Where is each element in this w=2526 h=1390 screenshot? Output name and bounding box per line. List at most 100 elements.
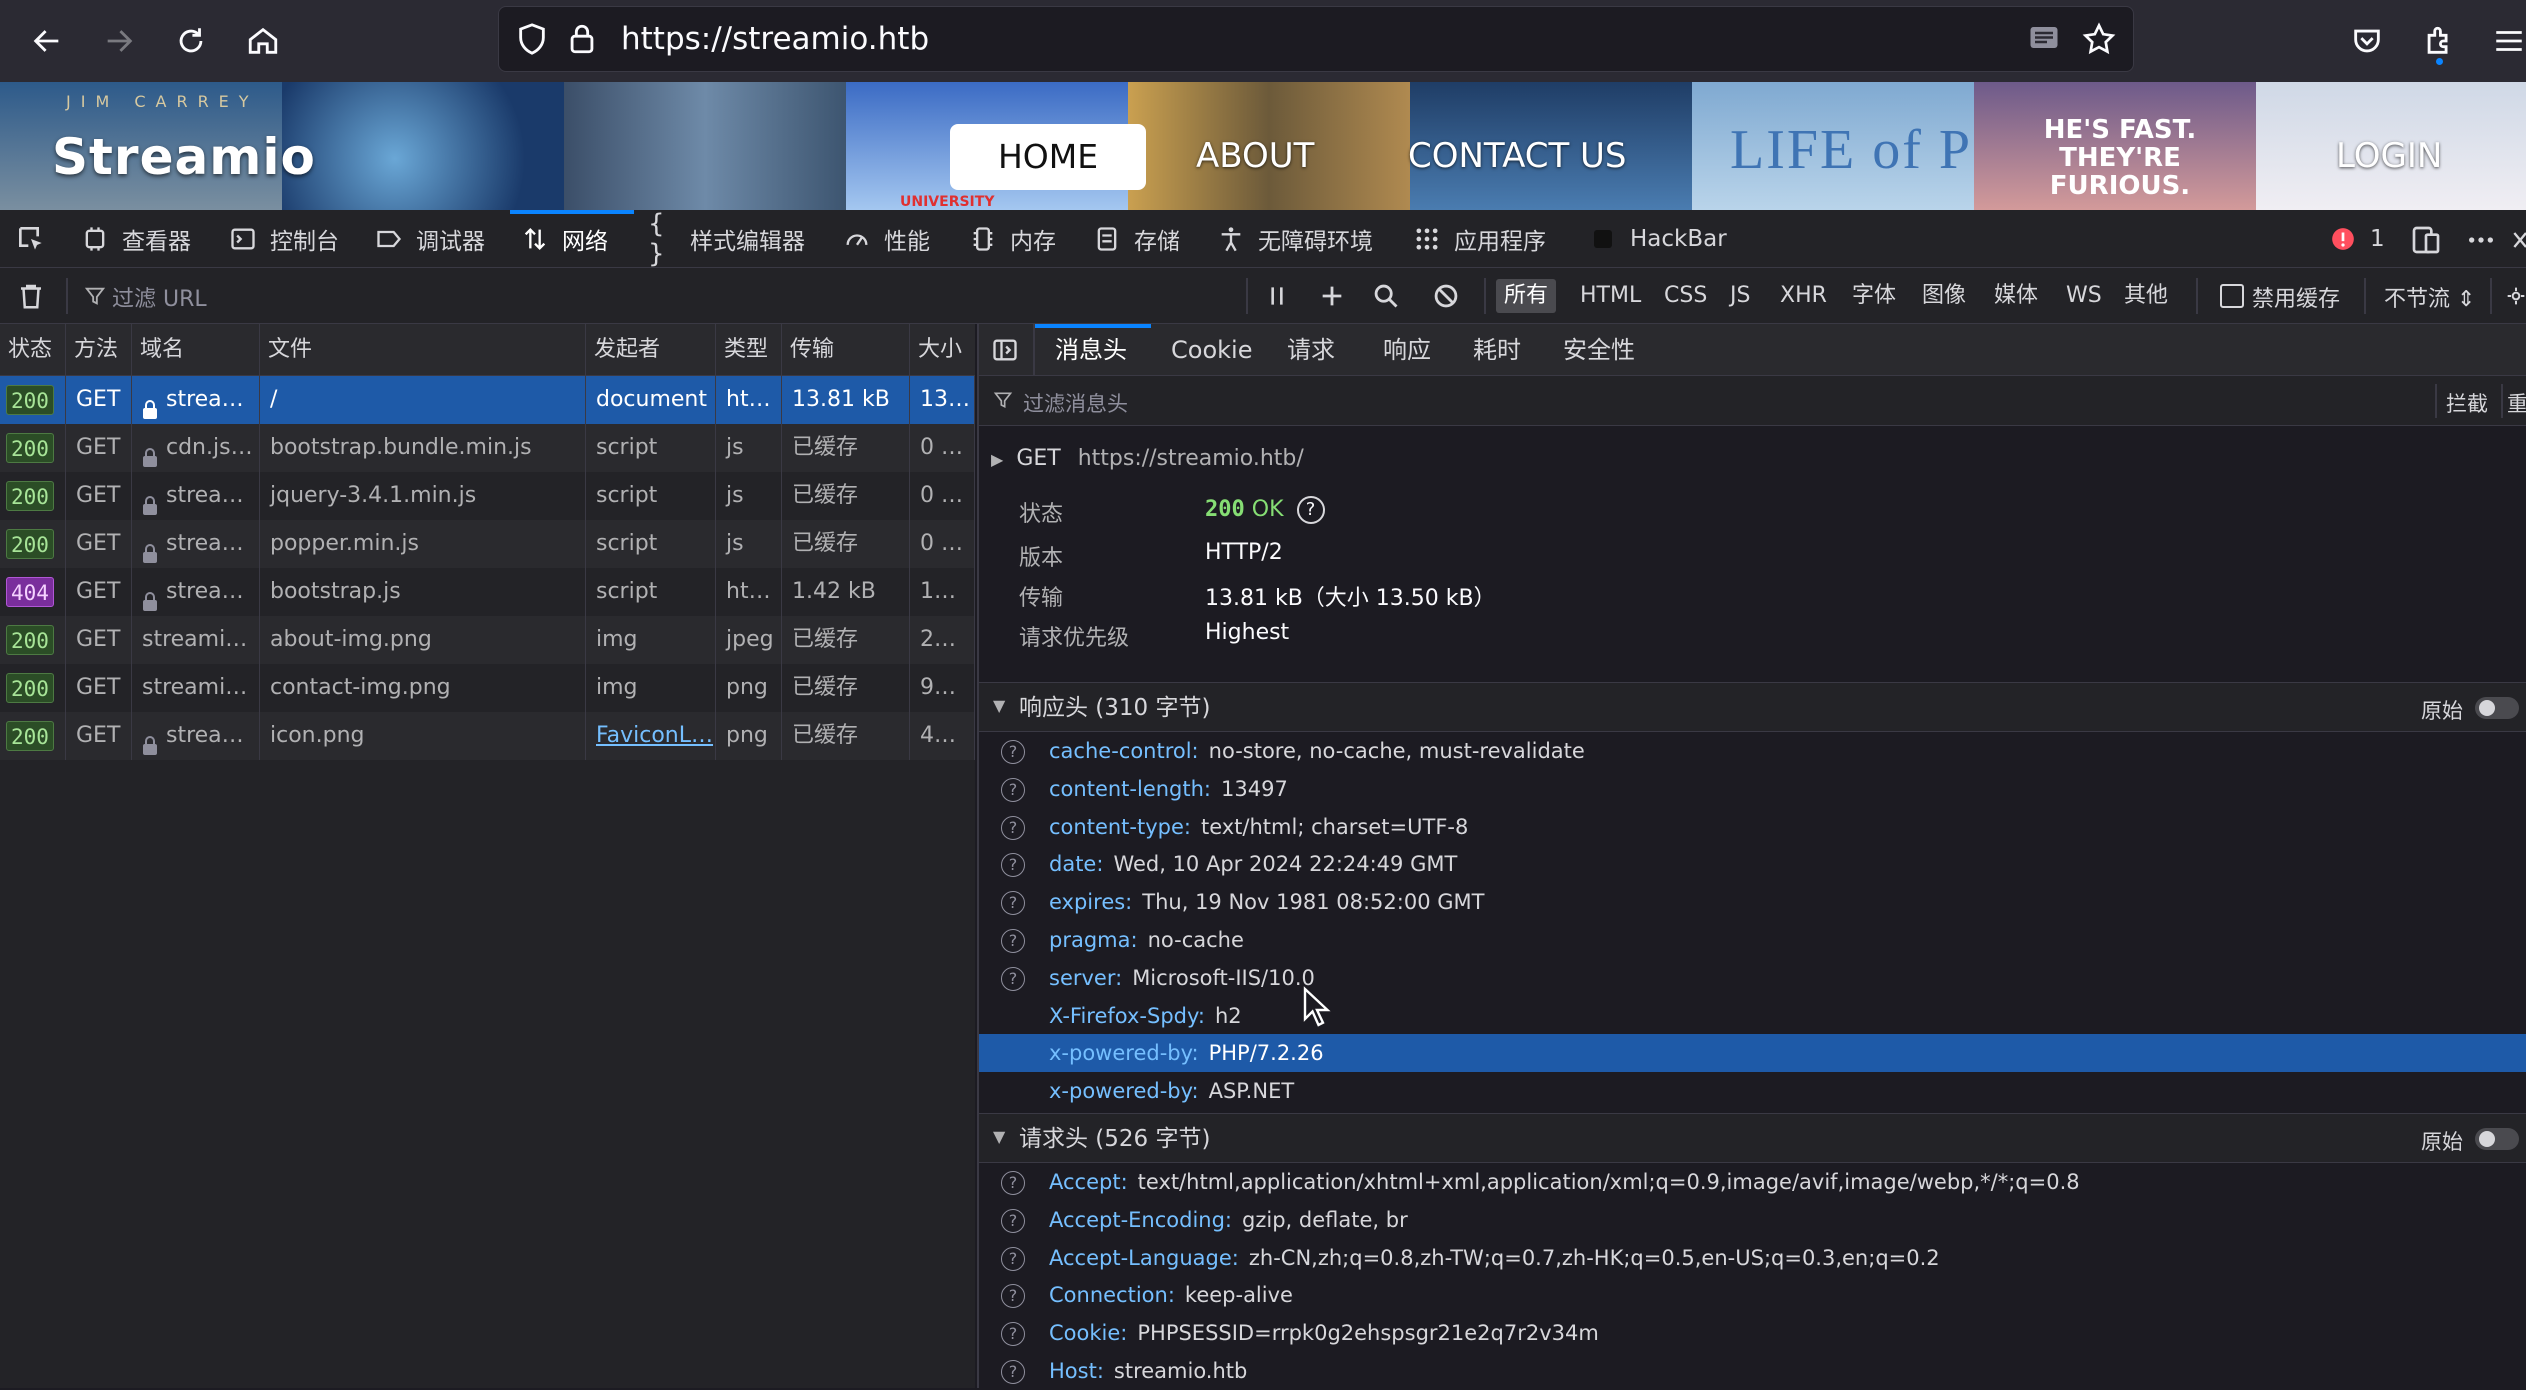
col-size[interactable]: 大小 <box>910 324 975 376</box>
col-type[interactable]: 类型 <box>716 324 782 376</box>
request-row[interactable]: 200 GET strea… popper.min.js script js 已缓存 0 … <box>0 520 975 568</box>
tab-inspector[interactable]: 查看器 <box>80 210 191 268</box>
block-button[interactable]: 拦截 <box>2446 388 2488 418</box>
reader-view-icon[interactable] <box>2025 21 2063 57</box>
trash-icon[interactable] <box>16 280 46 312</box>
tab-debugger[interactable]: 调试器 <box>374 210 485 268</box>
request-row[interactable]: 200 GET strea… jquery-3.4.1.min.js script js 已… <box>0 472 975 520</box>
response-header-row[interactable]: ? content-length: 13497 <box>979 770 2526 808</box>
tab-console[interactable]: 控制台 <box>228 210 339 268</box>
details-tab-cookie[interactable]: Cookie <box>1171 324 1252 376</box>
help-question-icon[interactable]: ? <box>1001 853 1025 878</box>
help-question-icon[interactable]: ? <box>1001 1208 1025 1233</box>
tab-hackbar[interactable]: HackBar <box>1588 210 1727 268</box>
col-file[interactable]: 文件 <box>260 324 586 376</box>
request-header-row[interactable]: ? Accept: text/html,application/xhtml+xml,… <box>979 1163 2526 1201</box>
home-icon[interactable] <box>240 18 286 64</box>
response-headers-section[interactable]: ▼ 响应头 (310 字节) 原始 <box>979 682 2526 732</box>
menu-hamburger-icon[interactable] <box>2486 18 2526 64</box>
pause-icon[interactable] <box>1264 282 1290 310</box>
request-row[interactable]: 404 GET strea… bootstrap.js script ht… 1.42 kB… <box>0 568 975 616</box>
help-question-icon[interactable]: ? <box>1001 891 1025 916</box>
help-question-icon[interactable]: ? <box>1001 1284 1025 1309</box>
col-domain[interactable]: 域名 <box>132 324 260 376</box>
settings-gear-icon[interactable] <box>2506 282 2526 310</box>
url-filter-input[interactable]: 过滤 URL <box>112 281 207 313</box>
request-header-row[interactable]: ? Cookie: PHPSESSID=rrpk0g2ehspsgr21e2q7r2… <box>979 1314 2526 1352</box>
help-question-icon[interactable]: ? <box>1001 740 1025 764</box>
close-devtools-icon[interactable] <box>2512 226 2526 254</box>
col-status[interactable]: 状态 <box>0 324 66 376</box>
col-method[interactable]: 方法 <box>66 324 132 376</box>
forward-arrow-icon[interactable] <box>96 18 142 64</box>
filter-type-js[interactable]: JS <box>1722 279 1758 313</box>
response-header-row[interactable]: ? content-type: text/html; charset=UTF-8 <box>979 808 2526 846</box>
help-question-icon[interactable]: ? <box>1001 815 1025 840</box>
site-logo[interactable]: Streamio <box>52 128 316 186</box>
filter-type-other[interactable]: 其他 <box>2116 279 2176 313</box>
details-tab-response[interactable]: 响应 <box>1383 324 1431 376</box>
nav-login-link[interactable]: LOGIN <box>2336 124 2442 188</box>
tab-accessibility[interactable]: 无障碍环境 <box>1216 210 1373 268</box>
lock-icon[interactable] <box>565 21 599 57</box>
request-header-row[interactable]: ? Connection: keep-alive <box>979 1276 2526 1314</box>
response-header-row[interactable]: X-Firefox-Spdy: h2 <box>979 997 2526 1035</box>
response-header-row[interactable]: x-powered-by: ASP.NET <box>979 1072 2526 1110</box>
throttle-select[interactable]: 不节流 ⇕ <box>2384 281 2475 313</box>
element-picker-icon[interactable] <box>14 223 48 255</box>
responsive-design-icon[interactable] <box>2410 224 2442 256</box>
filter-type-font[interactable]: 字体 <box>1844 279 1904 313</box>
tab-storage[interactable]: 存储 <box>1092 210 1180 268</box>
search-icon[interactable] <box>1372 282 1400 310</box>
tab-application[interactable]: 应用程序 <box>1412 210 1546 268</box>
response-header-row[interactable]: ? cache-control: no-store, no-cache, must-… <box>979 732 2526 770</box>
request-headers-section[interactable]: ▼ 请求头 (526 字节) 原始 <box>979 1113 2526 1163</box>
request-row[interactable]: 200 GET strea… icon.png FaviconL… png 已缓存 4… <box>0 712 975 760</box>
error-count-badge[interactable]: 1 <box>2328 210 2385 268</box>
back-arrow-icon[interactable] <box>24 18 70 64</box>
tab-network[interactable]: 网络 <box>520 210 608 268</box>
more-options-icon[interactable] <box>2464 224 2498 256</box>
response-header-row[interactable]: ? pragma: no-cache <box>979 921 2526 959</box>
help-question-icon[interactable]: ? <box>1001 777 1025 802</box>
help-question-icon[interactable]: ? <box>1001 1171 1025 1195</box>
request-header-row[interactable]: ? Accept-Language: zh-CN,zh;q=0.8,zh-TW;q=… <box>979 1239 2526 1277</box>
url-bar[interactable]: https://streamio.htb <box>498 6 2134 72</box>
details-tab-security[interactable]: 安全性 <box>1563 324 1635 376</box>
reload-icon[interactable] <box>168 18 214 64</box>
filter-type-image[interactable]: 图像 <box>1914 279 1974 313</box>
add-plus-icon[interactable] <box>1318 282 1346 310</box>
request-row[interactable]: 200 GET strea… / document ht… 13.81 kB 13… <box>0 376 975 424</box>
help-question-icon[interactable]: ? <box>1001 1360 1025 1384</box>
help-question-icon[interactable]: ? <box>1001 1322 1025 1347</box>
details-tab-timings[interactable]: 耗时 <box>1473 324 1521 376</box>
filter-type-media[interactable]: 媒体 <box>1986 279 2046 313</box>
shield-icon[interactable] <box>515 21 549 57</box>
filter-type-xhr[interactable]: XHR <box>1772 279 1835 313</box>
request-row[interactable]: 200 GET streamio… about-img.png img jpeg 已缓存 2… <box>0 616 975 664</box>
details-tab-headers[interactable]: 消息头 <box>1055 324 1127 376</box>
help-question-icon[interactable]: ? <box>1001 1246 1025 1271</box>
block-icon[interactable] <box>1432 282 1460 310</box>
pocket-icon[interactable] <box>2344 18 2390 64</box>
col-transferred[interactable]: 传输 <box>782 324 910 376</box>
nav-home-link[interactable]: HOME <box>950 124 1146 190</box>
help-question-icon[interactable]: ? <box>1296 496 1325 524</box>
details-tab-request[interactable]: 请求 <box>1287 324 1335 376</box>
filter-type-ws[interactable]: WS <box>2058 279 2110 313</box>
url-text[interactable]: https://streamio.htb <box>621 21 929 57</box>
initiator-link[interactable]: FaviconL… <box>596 723 713 748</box>
response-header-row[interactable]: ? server: Microsoft-IIS/10.0 <box>979 959 2526 997</box>
response-header-row[interactable]: x-powered-by: PHP/7.2.26 <box>979 1034 2526 1073</box>
help-question-icon[interactable]: ? <box>1001 966 1025 991</box>
extensions-icon[interactable] <box>2416 18 2462 65</box>
tab-style-editor[interactable]: { } 样式编辑器 <box>648 209 805 269</box>
nav-contact-link[interactable]: CONTACT US <box>1408 124 1627 188</box>
col-initiator[interactable]: 发起者 <box>586 324 716 376</box>
tab-performance[interactable]: 性能 <box>842 210 930 268</box>
nav-about-link[interactable]: ABOUT <box>1196 124 1314 188</box>
filter-type-all[interactable]: 所有 <box>1496 279 1557 313</box>
raw-toggle-switch[interactable] <box>2475 697 2519 719</box>
filter-type-css[interactable]: CSS <box>1656 279 1715 313</box>
filter-type-html[interactable]: HTML <box>1572 279 1649 313</box>
